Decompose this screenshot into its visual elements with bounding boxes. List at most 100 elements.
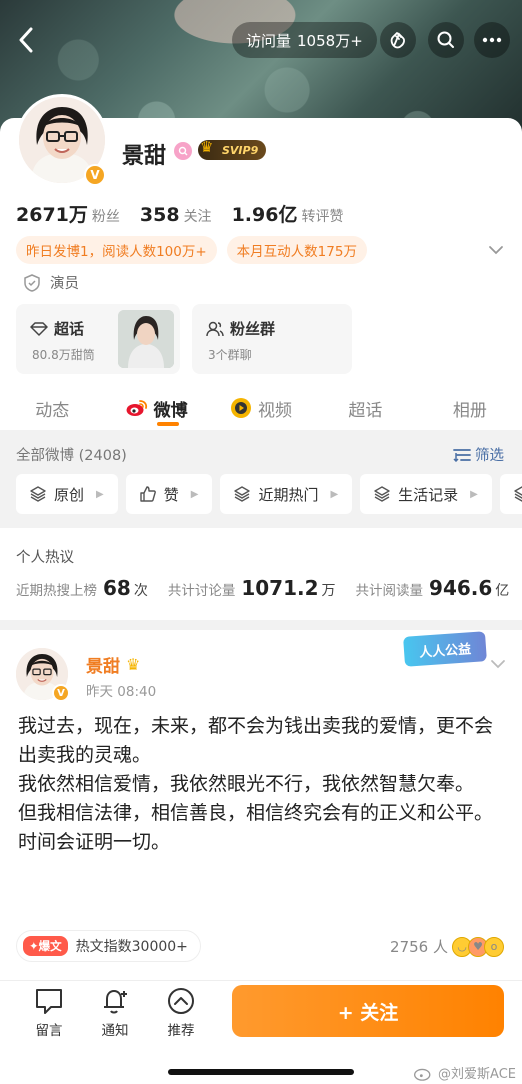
tab-weibo[interactable]: 微博: [104, 386, 208, 430]
comment-icon: [36, 989, 62, 1014]
reads-unit: 亿: [495, 583, 510, 599]
tab-weibo-label: 微博: [153, 400, 188, 421]
caret-right-icon: ▶: [330, 488, 339, 500]
filter-chip-like[interactable]: 赞 ▶: [125, 474, 213, 514]
filter-chip-label: 赞: [163, 485, 179, 504]
filter-chip-row: 原创 ▶ 赞 ▶ 近期热门 ▶ 生活记录 ▶: [16, 474, 522, 514]
post-author-name: 景甜: [86, 657, 120, 677]
svip-label: SVIP9: [222, 143, 259, 157]
recommend-label: 推荐: [167, 1023, 195, 1039]
post-time: 昨天 08:40: [86, 684, 157, 700]
activity-chips: 昨日发博1，阅读人数100万+ 本月互动人数175万: [16, 236, 367, 264]
group-icon: [206, 321, 224, 336]
profile-stats: 2671万 粉丝 358 关注 1.96亿 转评赞: [16, 200, 343, 227]
post-verified-badge: V: [52, 684, 70, 702]
fangroup-sub: 3个群聊: [208, 348, 252, 362]
supertopic-sub: 80.8万甜筒: [32, 348, 95, 362]
svip-badge[interactable]: ♛ SVIP9: [198, 138, 267, 160]
monthly-interaction-chip[interactable]: 本月互动人数175万: [226, 236, 367, 264]
profile-name: 景甜: [122, 144, 167, 169]
reactions[interactable]: 2756 人 ◡ ♥ o: [390, 936, 504, 957]
tab-video-label: 视频: [258, 400, 293, 421]
wave-hand-icon: [390, 32, 405, 49]
notify-button[interactable]: 通知: [90, 987, 140, 1039]
supertopic-box[interactable]: 超话 80.8万甜筒: [16, 304, 180, 374]
interactions-stat[interactable]: 1.96亿 转评赞: [232, 200, 344, 227]
reads-label: 共计阅读量: [355, 583, 424, 599]
following-stat[interactable]: 358 关注: [140, 204, 212, 226]
post-line: 时间会证明一切。: [18, 831, 171, 853]
profile-tabs: 动态 微博 视频 超话 相册: [0, 386, 522, 430]
filter-chip-label: 近期热门: [258, 485, 319, 504]
filter-chip-life-record[interactable]: 生活记录 ▶: [360, 474, 492, 514]
fangroup-box[interactable]: 粉丝群 3个群聊: [192, 304, 352, 374]
layers-icon: [30, 486, 46, 502]
more-icon: [482, 37, 502, 43]
bell-plus-icon: [104, 990, 127, 1014]
hot-index-label: 热文指数30000+: [75, 939, 188, 955]
crown-icon: ♛: [126, 655, 141, 674]
profile-card: V 景甜 ♛ SVIP9 2671万 粉丝 358 关注 1.96亿 转评赞 昨日发博…: [0, 94, 522, 430]
followers-stat[interactable]: 2671万 粉丝: [16, 200, 120, 227]
search-button[interactable]: [428, 22, 464, 58]
personal-hot-section: 个人热议 近期热搜上榜 68 次 共计讨论量 1071.2 万 共计阅读量 946.6 亿: [0, 528, 522, 620]
caret-right-icon: ▶: [190, 488, 199, 500]
daily-post-chip[interactable]: 昨日发博1，阅读人数100万+: [16, 236, 217, 264]
layers-icon: [234, 486, 251, 502]
filter-chip-more[interactable]: [499, 474, 522, 514]
back-button[interactable]: [8, 22, 44, 58]
search-icon: [437, 31, 454, 48]
tab-supertopic[interactable]: 超话: [313, 386, 417, 430]
post-line: 我过去，现在，未来，都不会为钱出卖我的爱情，更不会出卖我的灵魂。: [18, 715, 494, 766]
discussion-unit: 万: [321, 583, 336, 599]
home-indicator: [168, 1069, 354, 1075]
comment-button[interactable]: 留言: [24, 987, 74, 1039]
watermark-text: @刘爱斯ACE: [438, 1067, 516, 1082]
filter-chip-original[interactable]: 原创 ▶: [16, 474, 118, 514]
recommend-button[interactable]: 推荐: [156, 987, 206, 1039]
vip-search-icon[interactable]: [174, 142, 192, 160]
follow-button[interactable]: + 关注: [232, 985, 504, 1037]
flame-icon: ✦: [29, 939, 39, 953]
post-menu-button[interactable]: [490, 654, 506, 673]
followers-label: 粉丝: [91, 209, 120, 225]
post-author[interactable]: 景甜 ♛: [86, 652, 140, 677]
more-button[interactable]: [474, 22, 510, 58]
reaction-count: 2756 人: [390, 938, 448, 956]
caret-right-icon: ▶: [96, 488, 104, 500]
filter-chip-label: 原创: [54, 485, 85, 504]
comment-label: 留言: [35, 1023, 63, 1039]
chevron-down-icon: [491, 660, 505, 669]
filter-icon: [453, 448, 471, 462]
visit-value: 1058万+: [297, 31, 363, 50]
hot-index-pill[interactable]: ✦爆文 热文指数30000+: [16, 930, 201, 962]
reaction-emojis: ◡ ♥ o: [452, 936, 504, 957]
notify-label: 通知: [101, 1023, 129, 1039]
occupation-label: 演员: [50, 276, 79, 292]
hot-search-num: 68: [103, 576, 131, 600]
tab-dynamic[interactable]: 动态: [0, 386, 104, 430]
expand-button[interactable]: [488, 240, 504, 259]
tab-dynamic-label: 动态: [35, 400, 70, 421]
thumbs-up-icon: [140, 486, 156, 502]
following-label: 关注: [183, 209, 212, 225]
fangroup-title-row: 粉丝群: [206, 318, 275, 339]
tab-video[interactable]: 视频: [209, 386, 313, 430]
top-bar: 访问量 1058万+: [0, 18, 522, 62]
all-weibo-count: 全部微博 (2408): [16, 448, 127, 464]
tab-album[interactable]: 相册: [418, 386, 522, 430]
post-line: 我依然相信爱情，我依然眼光不行，我依然智慧欠奉。: [18, 773, 475, 795]
following-count: 358: [139, 204, 180, 226]
post-content: 我过去，现在，未来，都不会为钱出卖我的爱情，更不会出卖我的灵魂。 我依然相信爱情…: [18, 712, 508, 857]
bottom-action-bar: 留言 通知 推荐 + 关注 @刘爱斯ACE: [0, 980, 522, 1084]
filter-chip-recent-hot[interactable]: 近期热门 ▶: [220, 474, 353, 514]
charity-badge[interactable]: 人人公益: [403, 631, 487, 667]
caret-right-icon: ▶: [470, 488, 478, 500]
greet-button[interactable]: [380, 22, 416, 58]
filter-button[interactable]: 筛选: [453, 444, 504, 465]
watermark: @刘爱斯ACE: [414, 1063, 516, 1082]
supertopic-title-row: 超话: [30, 318, 84, 339]
filter-section: 全部微博 (2408) 筛选 原创 ▶ 赞 ▶ 近期热门 ▶ 生活记录 ▶: [0, 430, 522, 528]
video-play-icon: [231, 398, 252, 418]
hot-stats-row: 近期热搜上榜 68 次 共计讨论量 1071.2 万 共计阅读量 946.6 亿: [16, 576, 509, 600]
